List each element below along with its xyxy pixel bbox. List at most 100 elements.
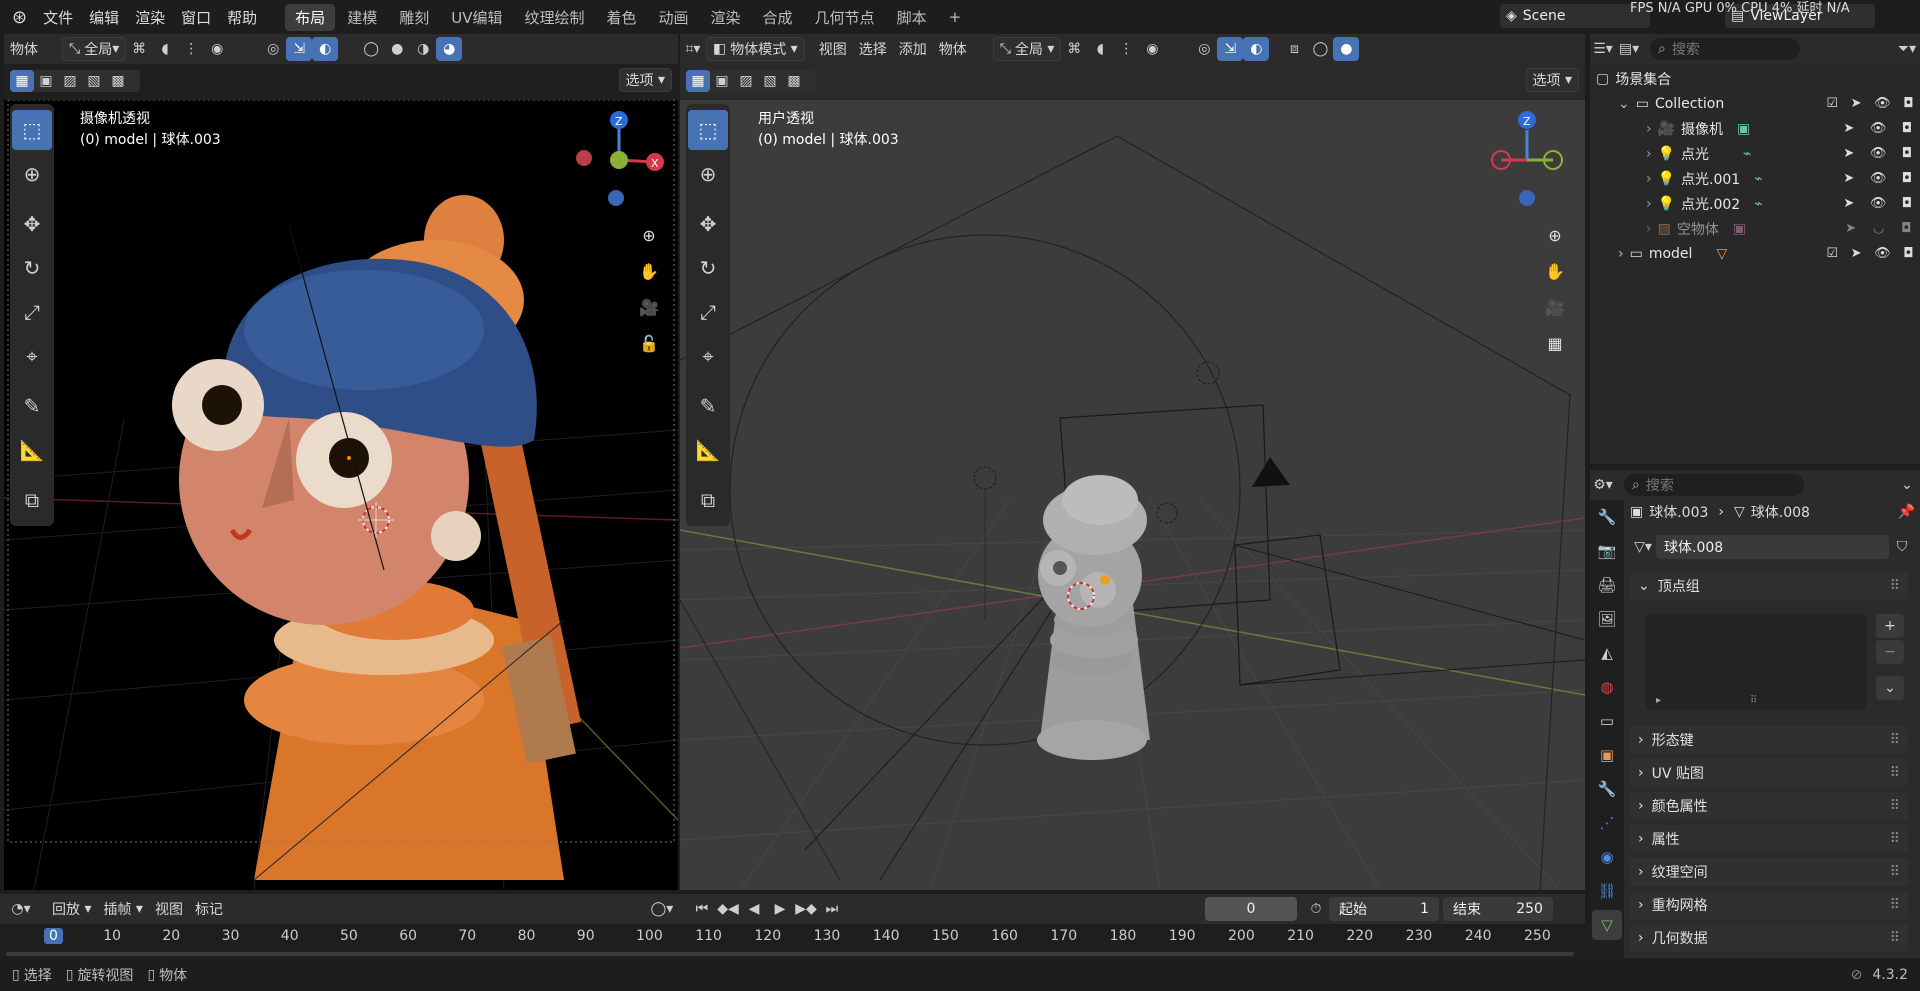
remove-vertex-group-button[interactable]: − [1876,640,1904,664]
editor-type-icon[interactable]: ⌗▾ [680,37,706,61]
right-select-tool-icon[interactable]: ⬚ [688,110,728,150]
select-arrow-icon[interactable]: ➤ [1843,196,1854,211]
menu-window[interactable]: 窗口 [173,7,219,28]
object-tab-icon[interactable]: ▣ [1592,740,1622,770]
right-3d-viewport[interactable]: 用户透视 (0) model | 球体.003 ⬚ ⊕ ✥ ↻ ⤢ ⌖ ✎ 📐 … [680,100,1585,890]
right-snap-icon[interactable]: ◖ [1087,37,1113,61]
drag-handle-icon[interactable]: ⠿ [1890,578,1900,594]
checkbox-icon[interactable]: ☑ [1826,96,1838,111]
select-box-icon[interactable]: ▦ [10,70,34,92]
rendered-shading-icon[interactable]: ◕ [436,37,463,61]
tab-shading[interactable]: 着色 [596,4,646,31]
marker-menu[interactable]: 标记 [189,897,229,921]
jump-prev-keyframe-icon[interactable]: ◆◀ [715,897,741,921]
right-select-extend-icon[interactable]: ▣ [710,70,734,92]
view-layer-tab-icon[interactable]: 🖼 [1592,604,1622,634]
particles-tab-icon[interactable]: ⋰ [1592,808,1622,838]
eye-icon[interactable]: 👁 [1870,146,1887,161]
section-attributes[interactable]: › 属性 ⠿ [1630,825,1908,853]
right-select-box-icon[interactable]: ▦ [686,70,710,92]
play-icon[interactable]: ▶ [767,897,793,921]
world-tab-icon[interactable]: ◍ [1592,672,1622,702]
timeline-editor-type-icon[interactable]: ◔▾ [8,897,34,921]
section-uv-maps[interactable]: › UV 贴图 ⠿ [1630,759,1908,787]
scene-tab-icon[interactable]: ◭ [1592,638,1622,668]
menu-file[interactable]: 文件 [35,7,81,28]
render-camera-icon[interactable]: ◘ [1903,246,1913,261]
drag-handle-icon[interactable]: ⠿ [1890,798,1900,814]
drag-handle-icon[interactable]: ⠿ [1890,864,1900,880]
ortho-grid-icon[interactable]: ▦ [1540,328,1570,358]
current-frame-field[interactable]: 0 [1204,897,1297,921]
right-zoom-icon[interactable]: ⊕ [1540,220,1570,250]
left-3d-viewport[interactable]: 摄像机透视 (0) model | 球体.003 ⬚ ⊕ ✥ ↻ ⤢ ⌖ ✎ 📐… [4,100,678,890]
fake-user-shield-icon[interactable]: ⛉ [1889,535,1915,559]
eye-icon[interactable]: 👁 [1874,96,1891,111]
select-arrow-icon[interactable]: ➤ [1843,121,1854,136]
right-snap-target-icon[interactable]: ⋮ [1113,37,1139,61]
section-shape-keys[interactable]: › 形态键 ⠿ [1630,726,1908,754]
render-camera-icon[interactable]: ◘ [1902,171,1912,186]
add-workspace-button[interactable]: + [939,5,972,29]
menu-render[interactable]: 渲染 [127,7,173,28]
add-cube-tool-icon[interactable]: ⧉ [12,480,52,520]
left-select-mode-group[interactable]: ▦ ▣ ▨ ▧ ▩ [10,70,140,92]
interaction-mode-dropdown[interactable]: ◧ 物体模式 ▾ [706,37,805,61]
camera-view-icon[interactable]: 🎥 [634,292,664,322]
vertex-groups-section-header[interactable]: ⌄ 顶点组 ⠿ [1630,572,1908,600]
playback-menu[interactable]: 回放 ▾ [46,897,97,921]
keying-menu[interactable]: 插帧 ▾ [97,897,148,921]
select-invert-icon[interactable]: ▧ [82,70,106,92]
mesh-name-field[interactable]: 球体.008 [1656,535,1889,559]
menu-edit[interactable]: 编辑 [81,7,127,28]
right-overlay-toggle-icon[interactable]: ◐ [1243,37,1270,61]
filter-icon[interactable]: ⏷▾ [1894,37,1920,61]
outliner-editor-type-icon[interactable]: ☰▾ [1590,37,1616,61]
jump-next-keyframe-icon[interactable]: ▶◆ [793,897,819,921]
right-transform-orientation[interactable]: ⤡ 全局 ▾ [992,37,1062,61]
modifier-tab-icon[interactable]: 🔧 [1592,774,1622,804]
eye-icon[interactable]: 👁 [1870,196,1887,211]
render-camera-icon[interactable]: ◘ [1902,121,1912,136]
right-add-cube-tool-icon[interactable]: ⧉ [688,480,728,520]
vertex-group-specials-button[interactable]: ⌄ [1876,676,1904,700]
right-wireframe-icon[interactable]: ◯ [1307,37,1333,61]
vertex-groups-list[interactable]: ▸ ⠿ [1646,614,1866,710]
right-select-invert-icon[interactable]: ▧ [758,70,782,92]
select-extend-icon[interactable]: ▣ [34,70,58,92]
constraints-tab-icon[interactable]: ⛓ [1592,876,1622,906]
right-move-tool-icon[interactable]: ✥ [688,204,728,244]
stopwatch-icon[interactable]: ⏱ [1303,897,1329,921]
scene-collection-row[interactable]: ▢ 场景集合 [1590,66,1920,91]
timeline-scrollbar[interactable] [6,952,1574,956]
end-frame-field[interactable]: 结束 250 [1442,897,1553,921]
tab-modeling[interactable]: 建模 [337,4,387,31]
tab-geometry-nodes[interactable]: 几何节点 [805,4,885,31]
right-options-dropdown[interactable]: 选项 ▾ [1525,68,1579,92]
render-camera-icon[interactable]: ◘ [1901,221,1911,236]
select-subtract-icon[interactable]: ▨ [58,70,82,92]
play-reverse-icon[interactable]: ◀ [741,897,767,921]
properties-editor-type-icon[interactable]: ⚙▾ [1590,473,1616,497]
cursor-tool-icon[interactable]: ⊕ [12,154,52,194]
menu-view[interactable]: 视图 [813,37,853,61]
display-mode-icon[interactable]: ▤▾ [1616,37,1642,61]
blender-logo-icon[interactable]: ⊛ [0,7,35,28]
collection-tab-icon[interactable]: ▭ [1592,706,1622,736]
rotate-tool-icon[interactable]: ↻ [12,248,52,288]
right-cursor-tool-icon[interactable]: ⊕ [688,154,728,194]
gizmo-toggle-icon[interactable]: ⇲ [286,37,313,61]
pivot-icon[interactable]: ⌘ [126,37,152,61]
eye-icon[interactable]: 👁 [1870,171,1887,186]
menu-add[interactable]: 添加 [893,37,933,61]
select-arrow-icon[interactable]: ➤ [1851,96,1862,111]
list-expand-icon[interactable]: ▸ [1656,695,1661,706]
select-arrow-icon[interactable]: ➤ [1843,171,1854,186]
menu-help[interactable]: 帮助 [219,7,265,28]
transform-tool-icon[interactable]: ⌖ [12,336,52,376]
section-remesh[interactable]: › 重构网格 ⠿ [1630,891,1908,919]
left-navigation-gizmo[interactable]: Z X [564,100,674,210]
right-gizmo-toggle-icon[interactable]: ⇲ [1217,37,1244,61]
tab-uv-editing[interactable]: UV编辑 [441,4,512,31]
tab-layout[interactable]: 布局 [285,3,336,31]
